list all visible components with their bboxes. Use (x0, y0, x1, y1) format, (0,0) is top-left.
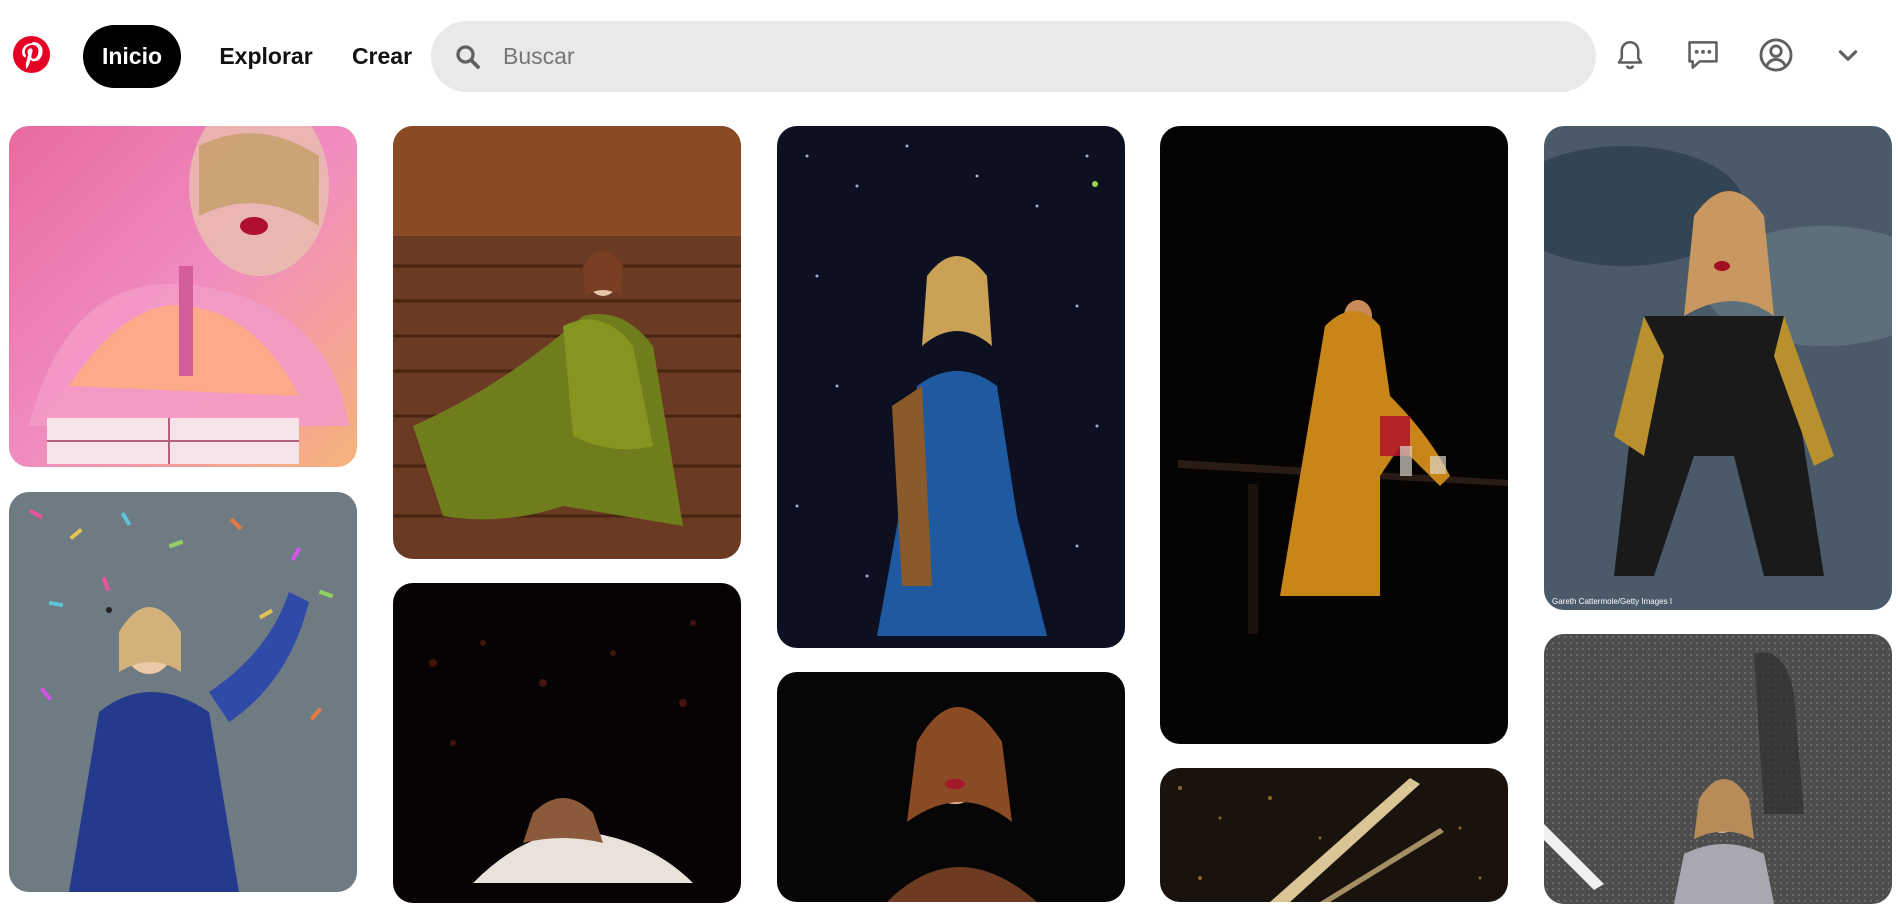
pin-image[interactable] (9, 126, 357, 467)
pin-image[interactable] (9, 492, 357, 892)
pin-image[interactable] (393, 126, 741, 559)
pin-image[interactable] (1544, 634, 1892, 904)
pin-image[interactable] (777, 672, 1125, 902)
pin-image[interactable]: Gareth Cattermole/Getty Images I (1544, 126, 1892, 610)
pin-image[interactable] (393, 583, 741, 903)
photo-credit: Gareth Cattermole/Getty Images I (1552, 597, 1672, 606)
pin-image[interactable] (1160, 768, 1508, 902)
pin-image[interactable] (777, 126, 1125, 648)
pin-image[interactable] (1160, 126, 1508, 744)
pin-grid: Gareth Cattermole/Getty Images I (0, 0, 1898, 904)
